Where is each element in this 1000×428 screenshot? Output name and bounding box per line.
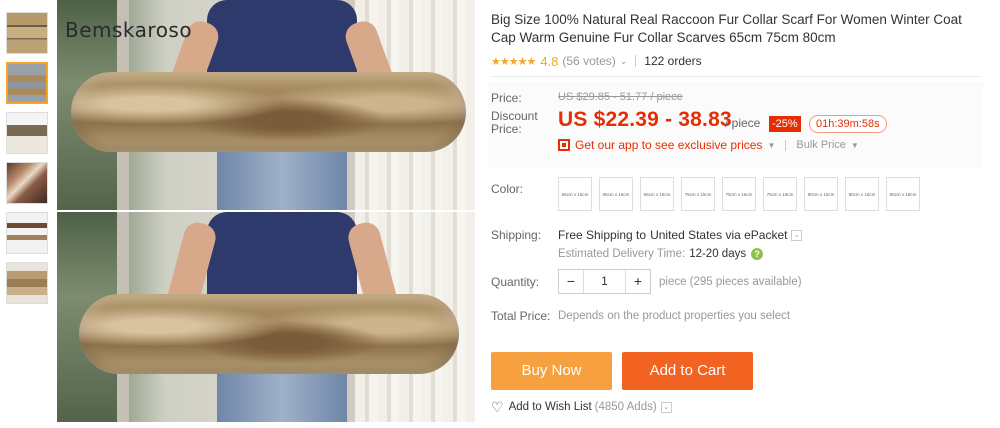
app-promo-link[interactable]: Get our app to see exclusive prices [575, 138, 762, 152]
stock-available: piece (295 pieces available) [659, 276, 802, 288]
color-option[interactable]: 75cm x 15cm [681, 177, 715, 211]
color-option[interactable]: 65cm x 18cm [640, 177, 674, 211]
countdown-timer: 01h:39m:58s [809, 115, 887, 133]
qr-code-icon [558, 139, 570, 151]
shipping-method: United States via ePacket [650, 228, 788, 242]
thumbnail-strip [6, 12, 50, 312]
quantity-label: Quantity: [491, 275, 540, 289]
star-rating-icon: ★★★★★ [491, 55, 536, 68]
brand-watermark: Bemskaroso [65, 18, 193, 42]
heart-icon[interactable]: ♡ [491, 400, 504, 414]
delivery-estimate: Estimated Delivery Time: 12-20 days ? [558, 248, 764, 260]
quantity-stepper: − 1 + [558, 269, 651, 294]
thumbnail-2[interactable] [6, 62, 48, 104]
color-label: Color: [491, 182, 524, 196]
bulk-price-link[interactable]: Bulk Price [796, 139, 846, 151]
app-promo-row: Get our app to see exclusive prices ▼ Bu… [558, 138, 859, 152]
free-shipping-text: Free Shipping to [558, 228, 647, 242]
original-price: US $29.85 - 51.77 / piece [558, 91, 683, 103]
wishlist-count: (4850 Adds) [594, 401, 657, 413]
color-option[interactable]: 75cm x 18cm [763, 177, 797, 211]
total-price-label: Total Price: [491, 309, 551, 323]
discount-label-2: Price: [491, 122, 522, 136]
triangle-down-icon-2[interactable]: ▼ [851, 141, 859, 150]
add-to-cart-button[interactable]: Add to Cart [622, 352, 753, 390]
estimate-label: Estimated Delivery Time: [558, 248, 686, 260]
color-option[interactable]: 65cm x 15cm [558, 177, 592, 211]
thumbnail-3[interactable] [6, 112, 48, 154]
product-photo-top: Bemskaroso [57, 0, 475, 210]
help-icon[interactable]: ? [751, 248, 764, 260]
thumbnail-4[interactable] [6, 162, 48, 204]
discount-label: Discount [491, 109, 538, 123]
reviews-link[interactable]: (56 votes) [562, 54, 615, 68]
product-photo-bottom [57, 212, 475, 422]
color-swatches: 65cm x 15cm 65cm x 16cm 65cm x 18cm 75cm… [558, 177, 927, 211]
product-title: Big Size 100% Natural Real Raccoon Fur C… [491, 12, 962, 45]
buy-now-button[interactable]: Buy Now [491, 352, 612, 390]
color-option[interactable]: 80cm x 18cm [886, 177, 920, 211]
wishlist-link[interactable]: Add to Wish List [509, 401, 592, 413]
thumbnail-6[interactable] [6, 262, 48, 304]
estimate-days: 12-20 days [689, 248, 747, 260]
rating-bar: ★★★★★ 4.8 (56 votes) ⌄ 122 orders [491, 53, 702, 69]
orders-count: 122 orders [644, 54, 702, 68]
wishlist-dropdown-icon[interactable]: ⌄ [660, 401, 672, 413]
wishlist-row[interactable]: ♡ Add to Wish List (4850 Adds) ⌄ [491, 400, 672, 414]
color-option[interactable]: 80cm x 16cm [845, 177, 879, 211]
discount-price: US $22.39 - 38.83 [558, 108, 732, 131]
total-price-value: Depends on the product properties you se… [558, 310, 791, 322]
quantity-minus-button[interactable]: − [559, 270, 584, 293]
quantity-plus-button[interactable]: + [625, 270, 650, 293]
triangle-down-icon[interactable]: ▼ [767, 141, 775, 150]
quantity-input[interactable]: 1 [584, 270, 625, 293]
shipping-dropdown-icon[interactable]: ⌄ [791, 229, 803, 241]
price-label: Price: [491, 91, 522, 105]
color-option[interactable]: 65cm x 16cm [599, 177, 633, 211]
color-option[interactable]: 75cm x 16cm [722, 177, 756, 211]
discount-badge: -25% [769, 116, 801, 132]
thumbnail-5[interactable] [6, 212, 48, 254]
shipping-label: Shipping: [491, 228, 542, 242]
rating-value: 4.8 [540, 53, 559, 69]
color-option[interactable]: 80cm x 15cm [804, 177, 838, 211]
price-unit: / piece [725, 116, 761, 130]
thumbnail-1[interactable] [6, 12, 48, 54]
main-product-image[interactable]: Bemskaroso [57, 0, 475, 422]
chevron-down-icon[interactable]: ⌄ [620, 56, 628, 67]
shipping-row: Free Shipping to United States via ePack… [558, 228, 803, 242]
